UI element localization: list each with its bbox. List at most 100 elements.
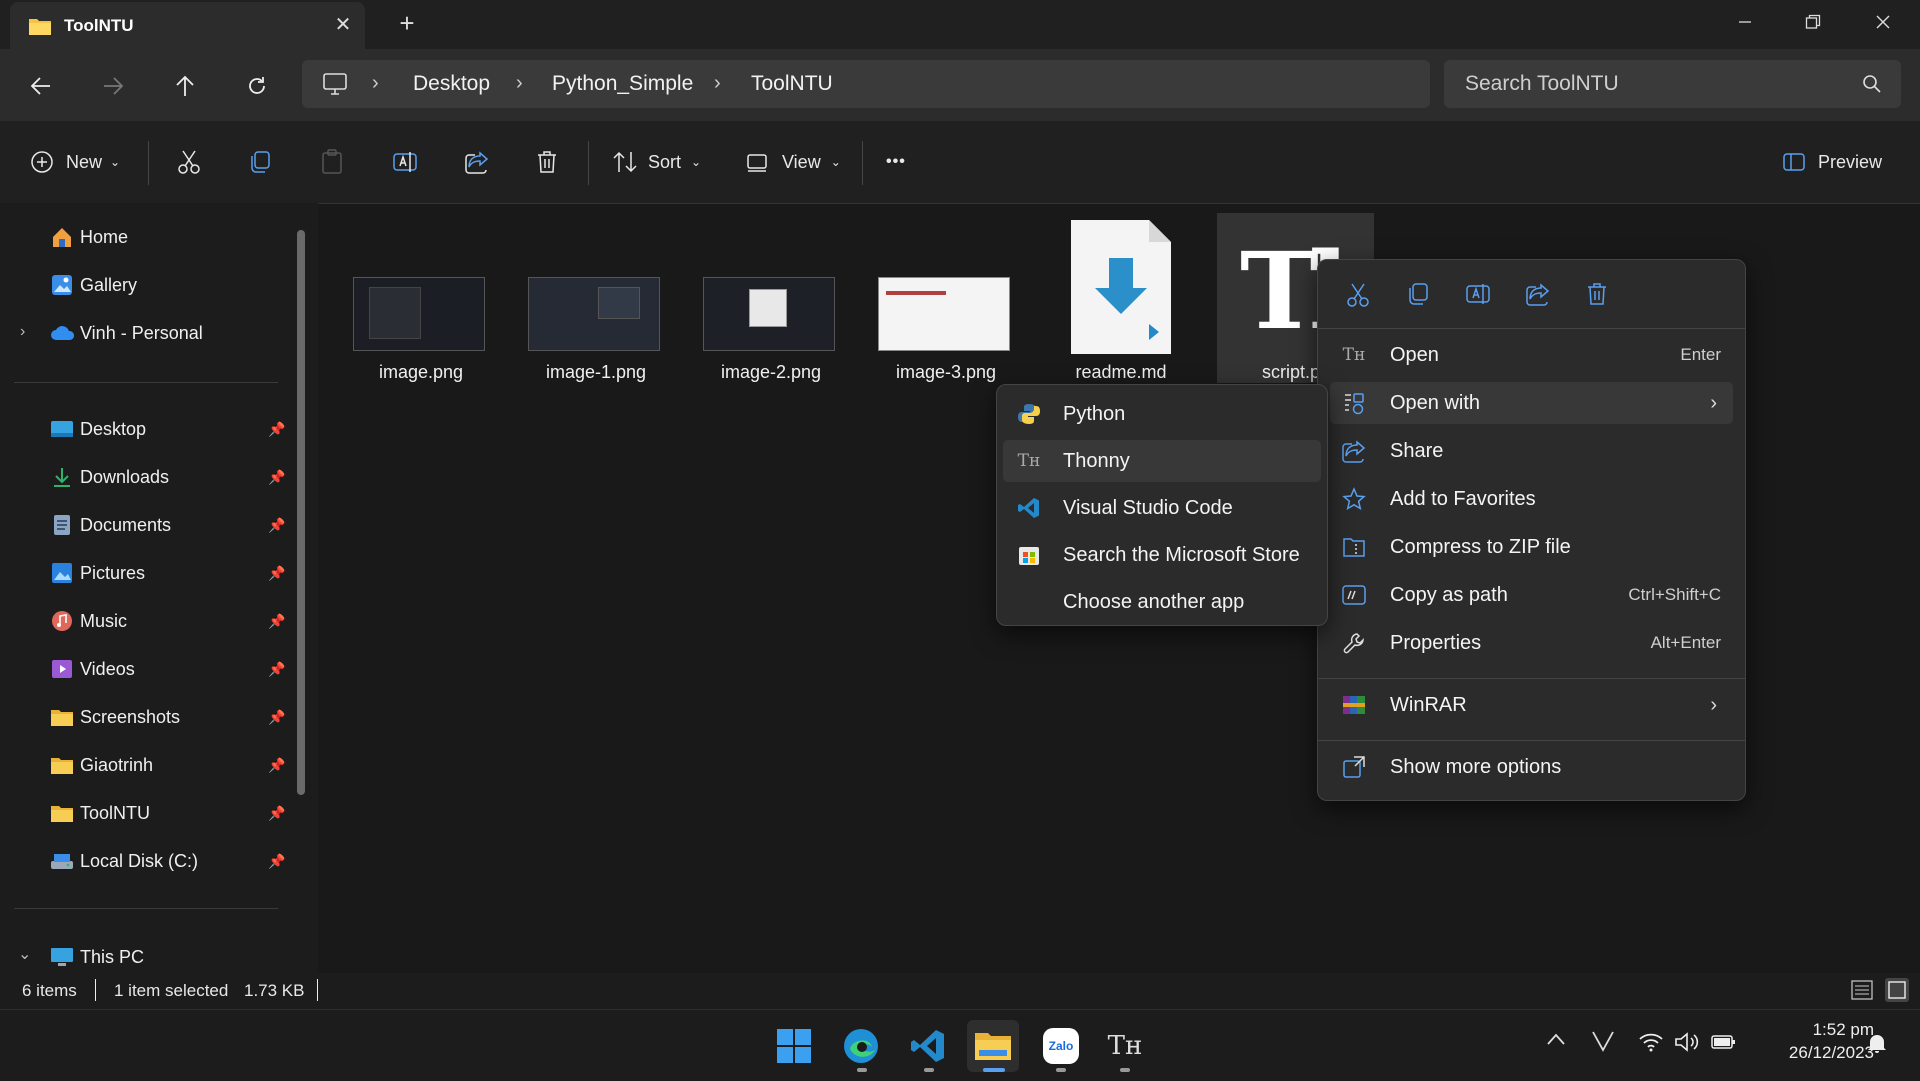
nav-item-home[interactable]: Home	[50, 222, 128, 252]
more-options-button[interactable]: •••	[886, 146, 906, 178]
details-view-icon[interactable]	[1851, 980, 1873, 1000]
markdown-file-icon[interactable]	[1069, 218, 1173, 356]
breadcrumb-python-simple[interactable]: Python_Simple	[552, 72, 693, 96]
file-thumbnail[interactable]	[528, 277, 660, 351]
nav-item-videos[interactable]: Videos	[50, 654, 135, 684]
new-tab-button[interactable]: +	[394, 10, 420, 38]
menu-item-share[interactable]: Share	[1330, 430, 1733, 472]
back-button[interactable]	[24, 69, 58, 103]
restore-button[interactable]	[1778, 0, 1848, 44]
search-input[interactable]: Search ToolNTU	[1444, 60, 1901, 108]
tab-toolntu[interactable]: ToolNTU ✕	[10, 2, 365, 49]
start-button[interactable]	[768, 1020, 820, 1072]
menu-item-show-more-options[interactable]: Show more options	[1330, 746, 1733, 788]
chevron-up-icon[interactable]	[1546, 1032, 1566, 1046]
file-name[interactable]: image-1.png	[521, 362, 671, 383]
battery-icon[interactable]	[1711, 1033, 1737, 1051]
app-item-thonny[interactable]: Tн Thonny	[1003, 440, 1321, 482]
nav-item-documents[interactable]: Documents	[50, 510, 171, 540]
share-button[interactable]	[464, 146, 490, 178]
pin-icon[interactable]: 📌	[268, 517, 285, 533]
breadcrumb-chevron-icon: ›	[714, 72, 721, 94]
menu-item-copy-path[interactable]: Copy as path Ctrl+Shift+C	[1330, 574, 1733, 616]
edge-button[interactable]	[835, 1020, 887, 1072]
notification-bell-icon[interactable]	[1867, 1032, 1887, 1054]
menu-item-winrar[interactable]: WinRAR ›	[1330, 684, 1733, 726]
nav-item-onedrive[interactable]: Vinh - Personal	[50, 318, 203, 348]
nav-item-screenshots[interactable]: Screenshots	[50, 702, 180, 732]
refresh-button[interactable]	[240, 69, 274, 103]
breadcrumb-toolntu[interactable]: ToolNTU	[751, 72, 833, 96]
file-thumbnail[interactable]	[703, 277, 835, 351]
file-explorer-taskbar-button[interactable]	[967, 1020, 1019, 1072]
app-item-vscode[interactable]: Visual Studio Code	[1003, 487, 1321, 529]
nav-scrollbar[interactable]	[297, 230, 305, 795]
file-name[interactable]: image.png	[346, 362, 496, 383]
minimize-button[interactable]	[1710, 0, 1780, 44]
volume-icon[interactable]	[1674, 1032, 1700, 1052]
file-name[interactable]: image-3.png	[871, 362, 1021, 383]
nav-item-this-pc[interactable]: This PC	[50, 942, 144, 972]
cut-button[interactable]	[176, 146, 202, 178]
close-window-button[interactable]	[1848, 0, 1918, 44]
chevron-right-icon[interactable]: ›	[20, 323, 25, 341]
cut-icon[interactable]	[1345, 282, 1371, 308]
pin-icon[interactable]: 📌	[268, 613, 285, 629]
nav-item-giaotrinh[interactable]: Giaotrinh	[50, 750, 153, 780]
tab-close-icon[interactable]: ✕	[330, 12, 356, 38]
view-button[interactable]: View ⌄	[746, 146, 841, 178]
app-item-python[interactable]: Python	[1003, 393, 1321, 435]
pin-icon[interactable]: 📌	[268, 421, 285, 437]
copy-button[interactable]	[248, 146, 272, 178]
vscode-taskbar-button[interactable]	[902, 1020, 954, 1072]
app-item-choose-another[interactable]: Choose another app	[1003, 581, 1321, 623]
file-name[interactable]: image-2.png	[696, 362, 846, 383]
pin-icon[interactable]: 📌	[268, 565, 285, 581]
preview-button[interactable]: Preview	[1782, 146, 1882, 178]
nav-item-toolntu[interactable]: ToolNTU	[50, 798, 150, 828]
pin-icon[interactable]: 📌	[268, 709, 285, 725]
menu-item-properties[interactable]: Properties Alt+Enter	[1330, 622, 1733, 664]
app-item-store[interactable]: Search the Microsoft Store	[1003, 534, 1321, 576]
share-icon[interactable]	[1525, 282, 1551, 306]
thonny-taskbar-button[interactable]: Tн	[1099, 1020, 1151, 1072]
delete-button[interactable]	[536, 146, 558, 178]
copy-icon[interactable]	[1406, 282, 1430, 306]
file-thumbnail[interactable]	[353, 277, 485, 351]
pin-icon[interactable]: 📌	[268, 661, 285, 677]
pin-icon[interactable]: 📌	[268, 805, 285, 821]
zalo-taskbar-button[interactable]: Zalo	[1035, 1020, 1087, 1072]
address-bar[interactable]: › Desktop › Python_Simple › ToolNTU	[302, 60, 1430, 108]
paste-button[interactable]	[320, 146, 344, 178]
new-button[interactable]: New ⌄	[30, 146, 120, 178]
nav-item-downloads[interactable]: Downloads	[50, 462, 169, 492]
nav-item-local-disk[interactable]: Local Disk (C:)	[50, 846, 198, 876]
pin-icon[interactable]: 📌	[268, 469, 285, 485]
file-thumbnail[interactable]	[878, 277, 1010, 351]
nav-item-desktop[interactable]: Desktop	[50, 414, 146, 444]
pin-icon[interactable]: 📌	[268, 757, 285, 773]
rename-button[interactable]	[392, 146, 418, 178]
clock[interactable]: 1:52 pm 26/12/2023	[1758, 1020, 1874, 1063]
menu-item-compress-zip[interactable]: Compress to ZIP file	[1330, 526, 1733, 568]
sort-button[interactable]: Sort ⌄	[612, 146, 701, 178]
pin-icon[interactable]: 📌	[268, 853, 285, 869]
delete-icon[interactable]	[1586, 282, 1608, 306]
menu-item-label: Compress to ZIP file	[1390, 535, 1571, 558]
breadcrumb-desktop[interactable]: Desktop	[413, 72, 490, 96]
nav-item-pictures[interactable]: Pictures	[50, 558, 145, 588]
vpn-v-icon[interactable]	[1591, 1030, 1615, 1052]
nav-item-gallery[interactable]: Gallery	[50, 270, 137, 300]
chevron-down-icon[interactable]: ⌄	[18, 944, 31, 964]
menu-item-add-favorites[interactable]: Add to Favorites	[1330, 478, 1733, 520]
menu-item-open-with[interactable]: Open with ›	[1330, 382, 1733, 424]
menu-item-open[interactable]: Tн Open Enter	[1330, 334, 1733, 376]
file-name[interactable]: script.p	[1262, 362, 1320, 383]
forward-button[interactable]	[96, 69, 130, 103]
rename-icon[interactable]	[1465, 282, 1491, 306]
up-button[interactable]	[168, 69, 202, 103]
file-name[interactable]: readme.md	[1046, 362, 1196, 383]
wifi-icon[interactable]	[1638, 1032, 1664, 1052]
nav-item-music[interactable]: Music	[50, 606, 127, 636]
large-icons-view-icon[interactable]	[1885, 978, 1909, 1002]
